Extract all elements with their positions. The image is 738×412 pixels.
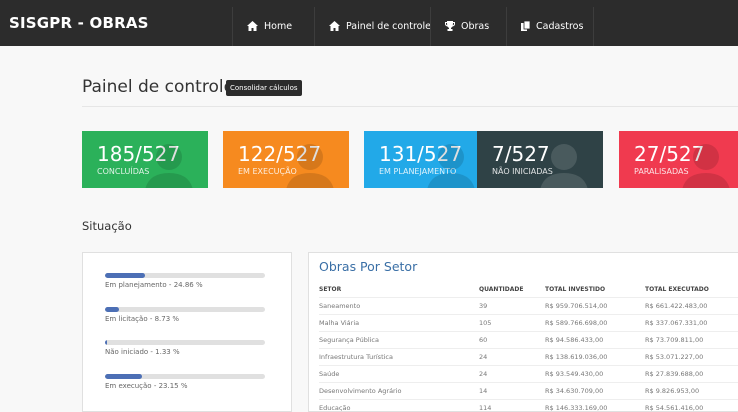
cell-executado: R$ 73.709.811,00 — [645, 332, 738, 349]
progress-track — [105, 307, 265, 312]
divider — [82, 106, 738, 107]
column-header: TOTAL EXECUTADO — [645, 281, 738, 298]
nav-obras-label: Obras — [461, 21, 489, 32]
progress-label: Em execução - 23.15 % — [105, 382, 265, 390]
cell-quantidade: 14 — [479, 383, 545, 400]
cell-investido: R$ 34.630.709,00 — [545, 383, 645, 400]
table-row: Malha Viária105R$ 589.766.698,00R$ 337.0… — [319, 315, 738, 332]
progress-fill — [105, 307, 119, 312]
obras-setor-panel: Obras Por Setor SETOR QUANTIDADE TOTAL I… — [308, 252, 738, 412]
cell-quantidade: 39 — [479, 298, 545, 315]
cell-executado: R$ 27.839.688,00 — [645, 366, 738, 383]
table-row: Saúde24R$ 93.549.430,00R$ 27.839.688,00 — [319, 366, 738, 383]
table-row: Saneamento39R$ 959.706.514,00R$ 661.422.… — [319, 298, 738, 315]
cell-executado: R$ 54.561.416,00 — [645, 400, 738, 412]
cell-investido: R$ 138.619.036,00 — [545, 349, 645, 366]
cell-setor: Segurança Pública — [319, 332, 479, 349]
cell-executado: R$ 337.067.331,00 — [645, 315, 738, 332]
progress-label: Em planejamento - 24.86 % — [105, 281, 265, 289]
progress-label: Em licitação - 8.73 % — [105, 315, 265, 323]
cell-executado: R$ 661.422.483,00 — [645, 298, 738, 315]
cell-quantidade: 24 — [479, 366, 545, 383]
column-header: TOTAL INVESTIDO — [545, 281, 645, 298]
cell-executado: R$ 53.071.227,00 — [645, 349, 738, 366]
nav-home[interactable]: Home — [232, 7, 314, 46]
nav-cadastros-label: Cadastros — [536, 21, 583, 32]
cell-setor: Educação — [319, 400, 479, 412]
top-navbar: SISGPR - OBRAS Home Painel de controle O… — [0, 0, 738, 46]
cell-setor: Saúde — [319, 366, 479, 383]
stat-card-em-planejamento[interactable]: 131/527 EM PLANEJAMENTO — [364, 131, 490, 188]
consolidar-button[interactable]: Consolidar cálculos — [226, 80, 302, 96]
cell-quantidade: 114 — [479, 400, 545, 412]
home-icon — [329, 21, 340, 31]
obras-setor-table: SETOR QUANTIDADE TOTAL INVESTIDO TOTAL E… — [319, 281, 738, 412]
home-icon — [247, 21, 258, 31]
nav-cadastros[interactable]: Cadastros — [506, 7, 594, 46]
cell-quantidade: 60 — [479, 332, 545, 349]
obras-setor-title: Obras Por Setor — [319, 259, 417, 274]
user-icon — [681, 139, 731, 188]
stat-card-concluidas[interactable]: 185/527 CONCLUÍDAS — [82, 131, 208, 188]
cell-investido: R$ 959.706.514,00 — [545, 298, 645, 315]
page-title: Painel de controle — [82, 77, 234, 97]
table-row: Desenvolvimento Agrário14R$ 34.630.709,0… — [319, 383, 738, 400]
progress-track — [105, 374, 265, 379]
user-icon — [539, 139, 589, 188]
situacao-title: Situação — [82, 219, 132, 233]
table-row: Segurança Pública60R$ 94.586.433,00R$ 73… — [319, 332, 738, 349]
stat-card-paralisadas[interactable]: 27/527 PARALISADAS — [619, 131, 738, 188]
progress-fill — [105, 273, 145, 278]
progress-item: Em licitação - 8.73 % — [105, 307, 265, 323]
column-header: QUANTIDADE — [479, 281, 545, 298]
copy-icon — [521, 21, 530, 31]
user-icon — [426, 139, 476, 188]
nav-home-label: Home — [264, 21, 292, 32]
stat-label: CONCLUÍDAS — [97, 167, 149, 176]
nav-painel[interactable]: Painel de controle — [314, 7, 430, 46]
cell-setor: Saneamento — [319, 298, 479, 315]
brand-logo[interactable]: SISGPR - OBRAS — [9, 0, 149, 46]
progress-item: Em planejamento - 24.86 % — [105, 273, 265, 289]
cell-investido: R$ 146.333.169,00 — [545, 400, 645, 412]
situacao-panel: Em planejamento - 24.86 % Em licitação -… — [82, 252, 292, 412]
cell-setor: Desenvolvimento Agrário — [319, 383, 479, 400]
trophy-icon — [445, 21, 455, 31]
cell-investido: R$ 93.549.430,00 — [545, 366, 645, 383]
progress-track — [105, 273, 265, 278]
column-header: SETOR — [319, 281, 479, 298]
user-icon — [285, 139, 335, 188]
cell-quantidade: 105 — [479, 315, 545, 332]
progress-label: Não iniciado - 1.33 % — [105, 348, 265, 356]
cell-setor: Malha Viária — [319, 315, 479, 332]
table-header-row: SETOR QUANTIDADE TOTAL INVESTIDO TOTAL E… — [319, 281, 738, 298]
cell-setor: Infraestrutura Turística — [319, 349, 479, 366]
progress-fill — [105, 340, 107, 345]
nav-painel-label: Painel de controle — [346, 21, 431, 32]
user-icon — [144, 139, 194, 188]
progress-item: Em execução - 23.15 % — [105, 374, 265, 390]
cell-investido: R$ 94.586.433,00 — [545, 332, 645, 349]
stat-card-nao-iniciadas[interactable]: 7/527 NÃO INICIADAS — [477, 131, 603, 188]
stat-card-em-execucao[interactable]: 122/527 EM EXECUÇÃO — [223, 131, 349, 188]
nav-obras[interactable]: Obras — [430, 7, 506, 46]
cell-quantidade: 24 — [479, 349, 545, 366]
cell-investido: R$ 589.766.698,00 — [545, 315, 645, 332]
table-row: Educação114R$ 146.333.169,00R$ 54.561.41… — [319, 400, 738, 412]
progress-fill — [105, 374, 142, 379]
cell-executado: R$ 9.826.953,00 — [645, 383, 738, 400]
table-row: Infraestrutura Turística24R$ 138.619.036… — [319, 349, 738, 366]
progress-track — [105, 340, 265, 345]
progress-item: Não iniciado - 1.33 % — [105, 340, 265, 356]
